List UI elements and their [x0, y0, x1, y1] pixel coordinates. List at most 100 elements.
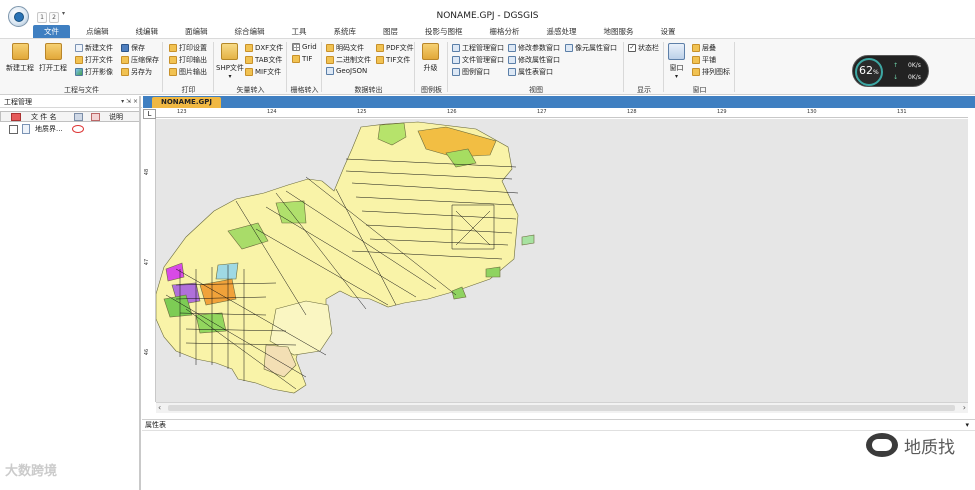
- save-button[interactable]: 保存: [121, 43, 145, 53]
- group-window: 窗口 ▾ 层叠 平铺 排列图标 窗口: [664, 39, 735, 96]
- status-bar-checkbox[interactable]: ✓ 状态栏: [628, 43, 659, 53]
- attr-table-window-button[interactable]: 属性表窗口: [508, 67, 553, 77]
- attribute-table-dropdown-icon[interactable]: ▾: [965, 420, 969, 431]
- panel-window-buttons[interactable]: ▾ ⇲ ×: [121, 96, 138, 108]
- project-panel-header: 工程管理 ▾ ⇲ ×: [0, 96, 142, 108]
- layer-name: 地质界...: [35, 125, 63, 133]
- tif-export-button[interactable]: TIF文件: [376, 55, 410, 65]
- binary-export-button[interactable]: 二进制文件: [326, 55, 371, 65]
- window-icon: [668, 43, 685, 60]
- mif-import-button[interactable]: MIF文件: [245, 67, 281, 77]
- h-tick: 129: [717, 109, 727, 115]
- group-label-raster-import: 栅格转入: [290, 86, 319, 94]
- geojson-export-button[interactable]: GeoJSON: [326, 67, 367, 75]
- ribbon-tabs: 文件 点编辑 线编辑 面编辑 综合编辑 工具 系统库 图层 投影与图框 栅格分析…: [33, 25, 692, 38]
- app-menu-button[interactable]: [8, 6, 29, 27]
- tile-button[interactable]: 平铺: [692, 55, 716, 65]
- save-as-button[interactable]: 另存为: [121, 67, 152, 77]
- scroll-right-icon[interactable]: ›: [963, 403, 966, 412]
- compress-save-icon: [121, 56, 129, 64]
- v-tick: 48: [144, 168, 151, 176]
- tab-line-edit[interactable]: 线编辑: [125, 25, 170, 38]
- download-arrow-icon: ↓: [893, 74, 899, 81]
- new-project-icon: [11, 43, 29, 60]
- col-description[interactable]: 说明: [109, 112, 123, 122]
- tab-noname-gpj[interactable]: NONAME.GPJ: [152, 97, 221, 108]
- panel-splitter[interactable]: [139, 96, 141, 490]
- tab-system-library[interactable]: 系统库: [323, 25, 368, 38]
- window-dropdown-icon: ▾: [674, 73, 678, 80]
- layer-row[interactable]: 地质界...: [0, 123, 140, 135]
- group-vector-import: SHP文件 ▾ DXF文件 TAB文件 MIF文件 矢量转入: [214, 39, 287, 96]
- title-bar: 1 2 ▾ NONAME.GPJ - DGSGIS: [0, 0, 975, 27]
- tab-point-edit[interactable]: 点编辑: [75, 25, 120, 38]
- open-image-button[interactable]: 打开影像: [75, 67, 113, 77]
- upgrade-button[interactable]: 升级: [422, 43, 439, 73]
- col-file-name[interactable]: 文 件 名: [31, 112, 56, 122]
- network-speed-widget[interactable]: 62% ↑ 0K/s ↓ 0K/s: [852, 55, 929, 87]
- geojson-icon: [326, 67, 334, 75]
- image-output-button[interactable]: 图片输出: [169, 67, 207, 77]
- param-window-icon: [508, 44, 516, 52]
- save-as-icon: [121, 68, 129, 76]
- document-tab-bar: NONAME.GPJ: [143, 96, 975, 108]
- h-tick: 128: [627, 109, 637, 115]
- map-polygon-cyan: [215, 262, 239, 280]
- tab-map-service[interactable]: 地图服务: [593, 25, 645, 38]
- group-label-project: 工程与文件: [64, 86, 99, 94]
- print-output-button[interactable]: 打印输出: [169, 55, 207, 65]
- tab-settings[interactable]: 设置: [650, 25, 687, 38]
- dxf-import-button[interactable]: DXF文件: [245, 43, 283, 53]
- watermark-left: 大数跨境: [5, 464, 58, 479]
- print-setup-icon: [169, 44, 177, 52]
- attr-table-icon: [508, 68, 516, 76]
- pdf-export-button[interactable]: PDF文件: [376, 43, 414, 53]
- ruler-corner-button[interactable]: L: [143, 109, 156, 119]
- save-icon: [121, 44, 129, 52]
- scroll-left-icon[interactable]: ‹: [158, 403, 161, 412]
- map-polygon-small-cyan: [521, 234, 535, 246]
- print-setup-button[interactable]: 打印设置: [169, 43, 207, 53]
- v-tick: 47: [144, 258, 151, 266]
- open-project-button[interactable]: 打开工程: [39, 43, 67, 73]
- project-manager-window-button[interactable]: 工程管理窗口: [452, 43, 504, 53]
- cascade-icon: [692, 44, 700, 52]
- tab-area-edit[interactable]: 面编辑: [174, 25, 219, 38]
- tab-projection[interactable]: 投影与图框: [414, 25, 474, 38]
- new-project-button[interactable]: 新建工程: [6, 43, 34, 73]
- tab-tools[interactable]: 工具: [281, 25, 318, 38]
- map-canvas[interactable]: [155, 119, 968, 402]
- scrollbar-thumb[interactable]: [168, 405, 955, 411]
- pixel-attr-window-button[interactable]: 像元属性窗口: [565, 43, 617, 53]
- arrange-icons-button[interactable]: 排列图标: [692, 67, 730, 77]
- tif-import-button[interactable]: TIF: [292, 55, 312, 63]
- tab-combined-edit[interactable]: 综合编辑: [224, 25, 276, 38]
- grid-import-button[interactable]: Grid: [292, 43, 317, 51]
- open-file-button[interactable]: 打开文件: [75, 55, 113, 65]
- cascade-button[interactable]: 层叠: [692, 43, 716, 53]
- tab-remote-sensing[interactable]: 遥感处理: [536, 25, 588, 38]
- window-menu-button[interactable]: 窗口 ▾: [668, 43, 685, 80]
- map-horizontal-scrollbar[interactable]: ‹ ›: [156, 402, 968, 413]
- edit-param-window-button[interactable]: 修改参数窗口: [508, 43, 560, 53]
- mif-file-icon: [245, 68, 253, 76]
- legend-window-icon: [452, 68, 460, 76]
- shp-import-button[interactable]: SHP文件 ▾: [216, 43, 244, 80]
- tab-import-button[interactable]: TAB文件: [245, 55, 282, 65]
- tab-file[interactable]: 文件: [33, 25, 70, 38]
- tab-layer[interactable]: 图层: [372, 25, 409, 38]
- plaintext-export-button[interactable]: 明码文件: [326, 43, 364, 53]
- eye-visible-icon[interactable]: [72, 125, 84, 133]
- legend-window-button[interactable]: 图例窗口: [452, 67, 490, 77]
- col-edit-icon: [91, 113, 100, 121]
- compress-save-button[interactable]: 压缩保存: [121, 55, 159, 65]
- open-file-icon: [75, 56, 83, 64]
- new-file-button[interactable]: 新建文件: [75, 43, 113, 53]
- file-manager-window-button[interactable]: 文件管理窗口: [452, 55, 504, 65]
- group-label-legend-board: 图例板: [421, 86, 442, 94]
- layer-checkbox[interactable]: [9, 125, 18, 134]
- tab-raster-analysis[interactable]: 栅格分析: [479, 25, 531, 38]
- group-label-display: 显示: [637, 86, 651, 94]
- group-display: ✓ 状态栏 显示: [624, 39, 664, 96]
- edit-attr-window-button[interactable]: 修改属性窗口: [508, 55, 560, 65]
